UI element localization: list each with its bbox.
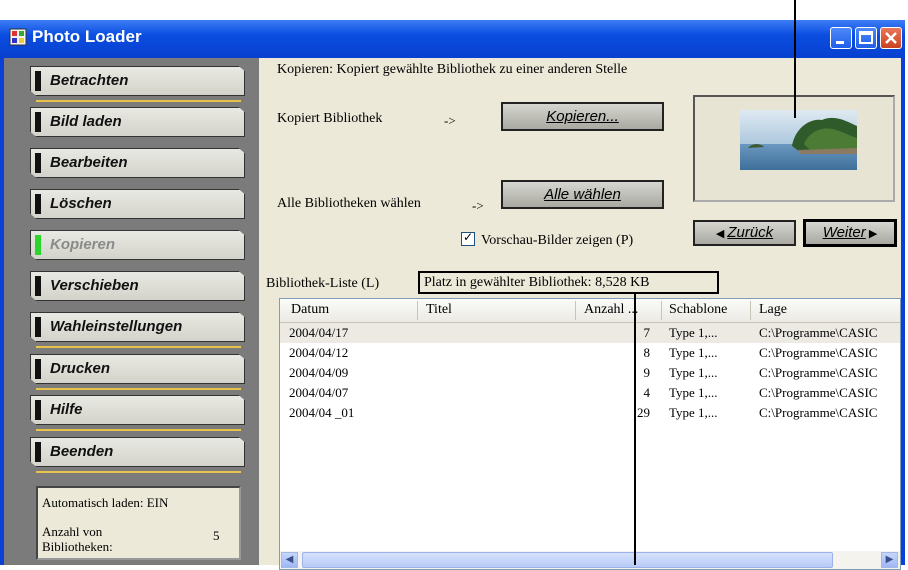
maximize-icon xyxy=(859,31,873,44)
nav-beenden-button[interactable]: Beenden xyxy=(30,437,245,467)
nav-hilfe-button[interactable]: Hilfe xyxy=(30,395,245,425)
chevron-right-icon: ▶ xyxy=(885,554,894,565)
nav-label: Drucken xyxy=(50,360,111,377)
nav-drucken-button[interactable]: Drucken xyxy=(30,354,245,384)
table-row[interactable]: 2004/04 _01 29 Type 1,... C:\Programme\C… xyxy=(280,403,900,423)
checkmark-icon: ✓ xyxy=(463,230,474,244)
select-all-button[interactable]: Alle wählen xyxy=(501,180,664,209)
cell-template: Type 1,... xyxy=(669,345,718,360)
description-text: Kopieren: Kopiert gewählte Bibliothek zu… xyxy=(277,62,628,77)
separator xyxy=(36,100,241,102)
cell-date: 2004/04/07 xyxy=(289,385,349,400)
cell-template: Type 1,... xyxy=(669,385,718,400)
nav-label: Beenden xyxy=(50,443,114,460)
cell-count: 9 xyxy=(643,365,651,380)
cell-date: 2004/04/12 xyxy=(289,345,349,360)
library-space-readout: Platz in gewählter Bibliothek: 8,528 KB xyxy=(418,271,719,294)
column-header-date[interactable]: Datum xyxy=(291,302,329,318)
table-row[interactable]: 2004/04/12 8 Type 1,... C:\Programme\CAS… xyxy=(280,343,900,363)
nav-label: Hilfe xyxy=(50,401,83,418)
preview-toggle[interactable]: ✓ Vorschau-Bilder zeigen (P) xyxy=(461,230,634,249)
chevron-left-icon: ◀ xyxy=(285,554,294,565)
horizontal-scrollbar[interactable]: ◀ ▶ xyxy=(280,551,900,569)
right-arrow-icon: ▶ xyxy=(865,228,878,240)
left-arrow-icon: ◀ xyxy=(715,228,728,240)
cell-count: 4 xyxy=(643,385,651,400)
scroll-left-button[interactable]: ◀ xyxy=(281,552,298,568)
nav-verschieben-button[interactable]: Verschieben xyxy=(30,271,245,301)
library-count-value: 5 xyxy=(213,528,220,543)
library-list-label: Bibliothek-Liste (L) xyxy=(266,276,380,291)
maximize-button[interactable] xyxy=(855,27,877,49)
preview-checkbox[interactable]: ✓ xyxy=(461,230,475,246)
select-all-label: Alle Bibliotheken wählen xyxy=(277,196,421,211)
nav-kopieren-button[interactable]: Kopieren xyxy=(30,230,245,260)
copy-library-label: Kopiert Bibliothek xyxy=(277,111,383,126)
arrow-text: -> xyxy=(444,113,456,128)
column-header-template[interactable]: Schablone xyxy=(669,302,727,318)
client-area: Betrachten Bild laden Bearbeiten Löschen… xyxy=(4,58,901,570)
nav-label: Verschieben xyxy=(50,277,139,294)
nav-label: Löschen xyxy=(50,195,112,212)
window-title: Photo Loader xyxy=(32,27,142,46)
arrow-text: -> xyxy=(472,198,484,213)
copy-button[interactable]: Kopieren... xyxy=(501,102,664,131)
table-row[interactable]: 2004/04/17 7 Type 1,... C:\Programme\CAS… xyxy=(280,323,900,343)
app-icon xyxy=(9,28,27,46)
next-button[interactable]: Weiter ▶ xyxy=(803,219,897,247)
library-list[interactable]: Datum Titel Anzahl ... Schablone Lage 20… xyxy=(279,298,901,570)
close-icon xyxy=(885,32,897,44)
cell-count: 7 xyxy=(643,325,651,340)
cell-template: Type 1,... xyxy=(669,365,718,380)
cell-template: Type 1,... xyxy=(669,405,718,420)
scroll-thumb[interactable] xyxy=(302,552,833,568)
nav-label: Wahleinstellungen xyxy=(50,318,183,335)
nav-label: Bearbeiten xyxy=(50,154,128,171)
column-header-title[interactable]: Titel xyxy=(426,302,452,318)
auto-load-status: Automatisch laden: EIN xyxy=(42,495,169,510)
cell-template: Type 1,... xyxy=(669,325,718,340)
sidebar: Betrachten Bild laden Bearbeiten Löschen… xyxy=(4,58,259,565)
nav-wahleinstellungen-button[interactable]: Wahleinstellungen xyxy=(30,312,245,342)
separator xyxy=(36,429,241,431)
list-header: Datum Titel Anzahl ... Schablone Lage xyxy=(280,299,900,323)
column-header-count[interactable]: Anzahl ... xyxy=(584,302,638,318)
column-header-location[interactable]: Lage xyxy=(759,302,787,318)
nav-betrachten-button[interactable]: Betrachten xyxy=(30,66,245,96)
cell-date: 2004/04/17 xyxy=(289,325,349,340)
nav-label: Kopieren xyxy=(50,236,116,253)
cell-location: C:\Programme\CASIC xyxy=(759,405,878,420)
minimize-button[interactable] xyxy=(830,27,852,49)
title-bar[interactable]: Photo Loader xyxy=(0,20,905,58)
nav-bearbeiten-button[interactable]: Bearbeiten xyxy=(30,148,245,178)
separator xyxy=(36,388,241,390)
nav-label: Bild laden xyxy=(50,113,122,130)
photo-loader-window: Photo Loader Betrachten Bild laden Bearb… xyxy=(0,20,905,570)
callout-line xyxy=(634,293,636,565)
cell-count: 29 xyxy=(637,405,650,420)
minimize-icon xyxy=(836,41,844,44)
library-count-label: Anzahl von Bibliotheken: xyxy=(42,524,113,554)
separator xyxy=(36,346,241,348)
nav-loeschen-button[interactable]: Löschen xyxy=(30,189,245,219)
separator xyxy=(36,471,241,473)
preview-checkbox-label: Vorschau-Bilder zeigen (P) xyxy=(481,233,634,248)
back-button[interactable]: ◀ Zurück xyxy=(693,220,796,246)
cell-location: C:\Programme\CASIC xyxy=(759,325,878,340)
table-row[interactable]: 2004/04/09 9 Type 1,... C:\Programme\CAS… xyxy=(280,363,900,383)
status-panel: Automatisch laden: EIN Anzahl von Biblio… xyxy=(36,486,241,560)
cell-location: C:\Programme\CASIC xyxy=(759,385,878,400)
close-button[interactable] xyxy=(880,27,902,49)
cell-date: 2004/04 _01 xyxy=(289,405,355,420)
table-row[interactable]: 2004/04/07 4 Type 1,... C:\Programme\CAS… xyxy=(280,383,900,403)
nav-label: Betrachten xyxy=(50,72,129,89)
cell-location: C:\Programme\CASIC xyxy=(759,365,878,380)
cell-count: 8 xyxy=(643,345,651,360)
preview-image xyxy=(740,110,857,170)
cell-location: C:\Programme\CASIC xyxy=(759,345,878,360)
nav-bild-laden-button[interactable]: Bild laden xyxy=(30,107,245,137)
cell-date: 2004/04/09 xyxy=(289,365,349,380)
callout-line xyxy=(794,0,796,118)
scroll-right-button[interactable]: ▶ xyxy=(881,552,898,568)
